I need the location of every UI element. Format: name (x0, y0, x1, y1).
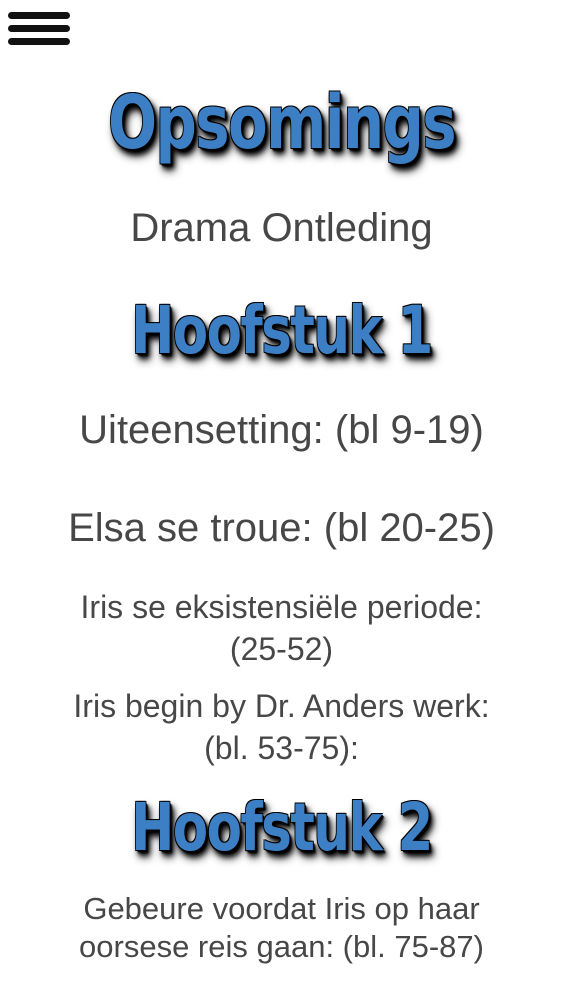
menu-bar-top (8, 12, 70, 19)
link-line-2: (bl. 53-75): (204, 730, 359, 766)
chapter-2-link-oorsese-reis[interactable]: Gebeure voordat Iris op haar oorsese rei… (0, 890, 563, 966)
chapter-1-heading: Hoofstuk 1 (131, 292, 433, 369)
chapter-1-link-eksistensiele-periode[interactable]: Iris se eksistensiële periode: (25-52) (0, 586, 563, 670)
page-subtitle: Drama Ontleding (130, 206, 433, 250)
menu-bar-middle (8, 25, 70, 32)
link-line-1: Iris begin by Dr. Anders werk: (73, 688, 490, 724)
link-line-2: oorsese reis gaan: (bl. 75-87) (79, 929, 484, 964)
page-title: Opsomings (107, 80, 457, 166)
chapter-1-link-uiteensetting[interactable]: Uiteensetting: (bl 9-19) (0, 404, 563, 456)
chapter-1-link-dr-anders-werk[interactable]: Iris begin by Dr. Anders werk: (bl. 53-7… (0, 685, 563, 769)
chapter-1-link-elsa-se-troue[interactable]: Elsa se troue: (bl 20-25) (0, 502, 563, 554)
chapter-2-heading: Hoofstuk 2 (131, 789, 433, 866)
menu-bar-bottom (8, 38, 70, 45)
link-line-1: Iris se eksistensiële periode: (80, 589, 483, 625)
link-line-2: (25-52) (229, 631, 334, 667)
hamburger-menu-icon[interactable] (8, 12, 70, 52)
link-line-1: Gebeure voordat Iris op haar (83, 891, 480, 926)
